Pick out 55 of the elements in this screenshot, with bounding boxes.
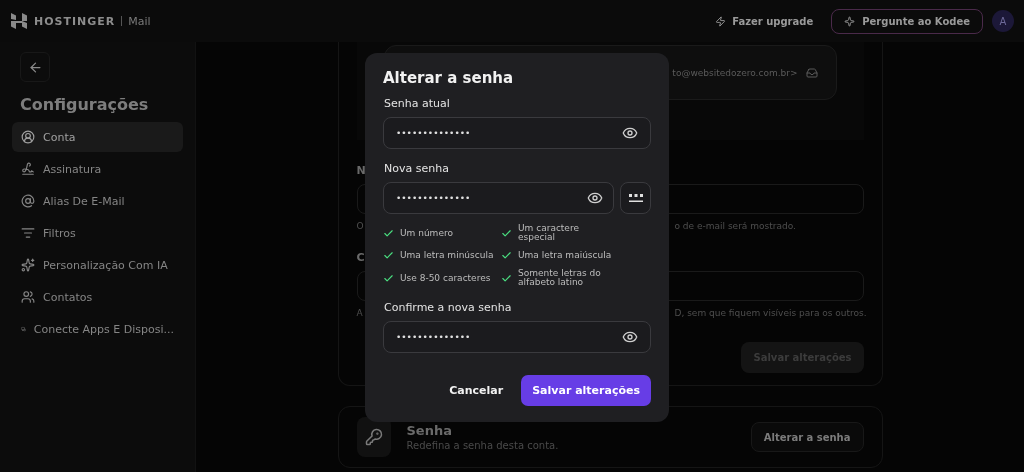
requirement-text: Um caractere especial [518,224,580,243]
password-field[interactable]: •••••••••••••• [383,320,651,353]
change-password-button[interactable]: Alterar a senha [750,422,864,452]
user-circle-icon [21,130,35,144]
field-label: Nova senha [384,162,450,175]
sidebar-item[interactable]: Personalização Com IA [12,250,183,280]
email-address: to@websitedozero.com.br> [672,67,798,78]
password-field[interactable]: •••••••••••••• [383,182,614,214]
sidebar-item[interactable]: Assinatura [12,154,183,184]
requirement-text: Um número [400,228,453,239]
sidebar-item[interactable]: Contatos [12,282,183,312]
cancel-button[interactable]: Cancelar [449,384,504,397]
field-label: Senha atual [384,97,451,110]
eye-icon[interactable] [621,125,639,141]
field-label: Confirme a nova senha [384,300,513,314]
inbox-icon [805,66,818,79]
card-title: Senha [406,423,453,438]
requirement-text: Uma letra minúscula [400,251,494,261]
sidebar-title: Configurações [20,95,150,114]
signature-icon [21,162,35,176]
field-label: N [356,164,366,177]
sidebar-item[interactable]: Conecte Apps E Disposi... [12,314,183,344]
password-generator-icon [627,193,644,203]
at-sign-icon [21,194,35,208]
back-button[interactable] [20,52,50,82]
users-icon [21,290,35,304]
logo-icon [10,12,28,30]
field-label: C [356,251,365,264]
sparkles-icon [21,258,35,272]
key-icon [356,417,391,457]
product-name: Mail [128,14,151,28]
save-button[interactable]: Salvar alterações [521,375,651,406]
eye-icon[interactable] [586,190,604,206]
sidebar-item[interactable]: Alias De E-Mail [12,186,183,216]
brand-name: HOSTINGER [34,14,116,28]
requirement-text: Uma letra maiúscula [518,251,612,261]
lightning-icon [715,15,727,27]
field-hint: o de e-mail será mostrado. [674,221,796,231]
dialog-title: Alterar a senha [383,69,515,87]
field-hint: D, sem que fiquem visíveis para os outros. [674,308,867,318]
field-hint: O [356,221,364,231]
sparkle-icon [844,15,856,27]
back-arrow-icon [27,59,43,75]
card-description: Redefina a senha desta conta. [406,440,560,451]
field-hint: A [356,308,363,318]
sidebar-item[interactable]: Conta [12,122,183,152]
password-field[interactable]: •••••••••••••• [383,117,651,149]
generate-password-button[interactable] [620,182,651,214]
requirement-text: Use 8-50 caracteres [400,273,491,284]
avatar[interactable]: A [992,10,1014,32]
sidebar-item[interactable]: Filtros [12,218,183,248]
requirement-text: Somente letras do alfabeto latino [518,268,602,288]
filter-icon [21,226,35,240]
assistant-button[interactable]: Pergunte ao Kodee [831,8,983,34]
upgrade-link[interactable]: Fazer upgrade [715,15,814,27]
